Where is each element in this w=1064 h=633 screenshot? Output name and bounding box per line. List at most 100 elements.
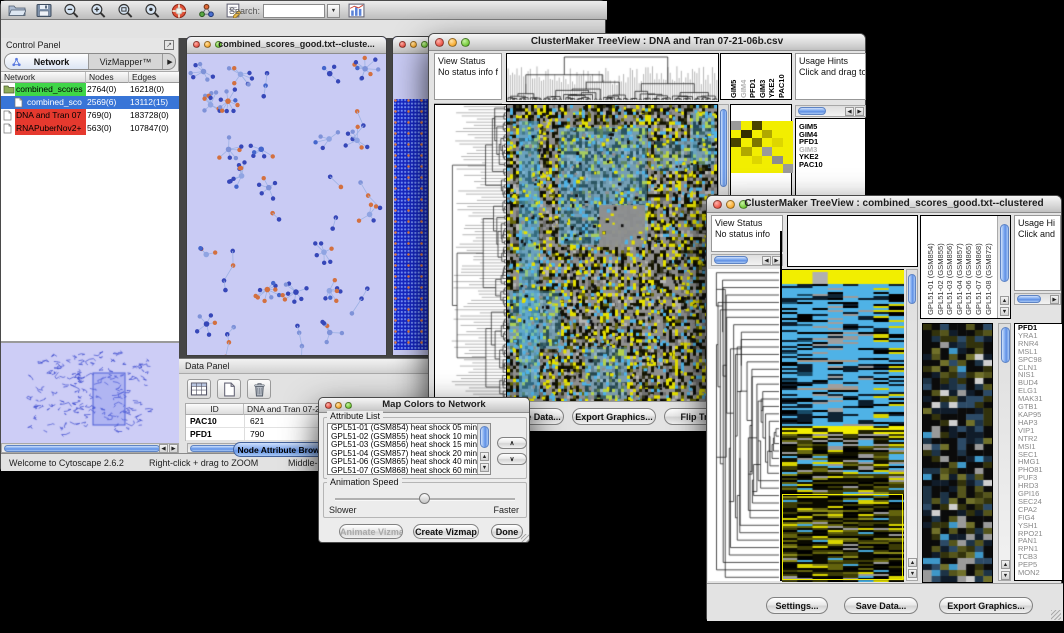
- network-node[interactable]: [227, 66, 231, 70]
- network-node[interactable]: [304, 286, 308, 290]
- network-node[interactable]: [373, 57, 377, 61]
- network-node[interactable]: [350, 130, 354, 134]
- network-node[interactable]: [262, 154, 266, 158]
- correlation-cell[interactable]: [762, 121, 772, 130]
- network-node[interactable]: [205, 77, 209, 81]
- help-ring-icon[interactable]: [168, 2, 190, 19]
- scrollbar-thumb[interactable]: [798, 107, 826, 115]
- network-node[interactable]: [313, 241, 317, 245]
- usage-hints-scrollbar[interactable]: ▶: [1014, 293, 1061, 305]
- correlation-cell[interactable]: [731, 156, 741, 165]
- network-node[interactable]: [213, 250, 217, 254]
- attribute-list-item[interactable]: GPL51-01 (GSM854) heat shock 05 min: [328, 424, 490, 433]
- network-node[interactable]: [238, 71, 244, 77]
- network-node[interactable]: [247, 71, 251, 75]
- correlation-cell[interactable]: [752, 164, 762, 173]
- birds-eye-view[interactable]: [1, 343, 179, 443]
- correlation-cell[interactable]: [762, 156, 772, 165]
- column-label[interactable]: PFD1: [748, 79, 757, 98]
- column-label[interactable]: GPL51-07 (GSM868): [974, 243, 983, 315]
- scrollbar-thumb[interactable]: [714, 256, 748, 264]
- network-node[interactable]: [374, 204, 378, 208]
- close-button[interactable]: [713, 200, 722, 209]
- network-node[interactable]: [198, 62, 202, 66]
- attribute-list[interactable]: ▲ ▼ GPL51-01 (GSM854) heat shock 05 minG…: [327, 423, 491, 475]
- network-node[interactable]: [225, 98, 231, 104]
- network-node[interactable]: [235, 103, 239, 107]
- network-node[interactable]: [284, 282, 288, 286]
- network-node[interactable]: [299, 297, 303, 301]
- network-node[interactable]: [260, 191, 264, 195]
- network-node[interactable]: [324, 340, 328, 344]
- column-label[interactable]: GIM4: [739, 80, 748, 98]
- zoom-button[interactable]: [421, 41, 428, 48]
- network-node[interactable]: [346, 131, 350, 135]
- correlation-cell[interactable]: [762, 130, 772, 139]
- network-node[interactable]: [271, 281, 275, 285]
- column-label[interactable]: GPL51-02 (GSM855): [936, 243, 945, 315]
- labels-vscrollbar[interactable]: ▲ ▼: [997, 216, 1010, 318]
- scroll-down-icon[interactable]: ▼: [1001, 571, 1010, 580]
- dense-network-grid[interactable]: [394, 99, 429, 350]
- scrollbar-thumb[interactable]: [4, 445, 160, 452]
- network-node[interactable]: [269, 295, 273, 299]
- network-node[interactable]: [262, 176, 266, 180]
- scroll-right-icon[interactable]: ▶: [1050, 295, 1059, 304]
- network-node[interactable]: [371, 218, 375, 222]
- column-label[interactable]: YKE2: [767, 78, 776, 98]
- network-node[interactable]: [202, 108, 206, 112]
- save-data-button[interactable]: Save Data...: [844, 597, 918, 614]
- correlation-cell[interactable]: [752, 130, 762, 139]
- scrollbar-thumb[interactable]: [1000, 224, 1009, 282]
- attribute-list-item[interactable]: GPL51-06 (GSM865) heat shock 40 min: [328, 458, 490, 467]
- network-node[interactable]: [365, 145, 369, 149]
- speed-slider-thumb[interactable]: [419, 493, 430, 504]
- network-node[interactable]: [321, 146, 325, 150]
- network-node[interactable]: [313, 140, 317, 144]
- network-node[interactable]: [252, 150, 256, 154]
- scroll-right-icon[interactable]: ▶: [169, 444, 178, 453]
- save-icon[interactable]: [33, 2, 55, 19]
- scroll-down-icon[interactable]: ▼: [480, 463, 489, 472]
- network-node[interactable]: [271, 196, 275, 200]
- network-node[interactable]: [359, 296, 364, 301]
- column-label[interactable]: GPL51-04 (GSM857): [955, 243, 964, 315]
- network-node[interactable]: [319, 241, 323, 245]
- close-button[interactable]: [325, 402, 332, 409]
- network-node[interactable]: [327, 288, 333, 294]
- network-node[interactable]: [350, 311, 355, 316]
- attribute-list-item[interactable]: GPL51-02 (GSM855) heat shock 10 min: [328, 433, 490, 442]
- network-node[interactable]: [376, 67, 380, 71]
- correlation-cell[interactable]: [741, 156, 751, 165]
- network-row[interactable]: combined_sco2569(6)13112(15): [1, 96, 179, 109]
- network-node[interactable]: [328, 295, 332, 299]
- network-view-2-titlebar[interactable]: [393, 37, 428, 54]
- network-node[interactable]: [336, 79, 340, 83]
- network-node[interactable]: [232, 66, 236, 70]
- network-node[interactable]: [195, 329, 199, 333]
- network-node[interactable]: [228, 156, 232, 160]
- vizmapper-icon[interactable]: [195, 2, 217, 19]
- zoom-selected-icon[interactable]: [141, 2, 163, 19]
- network-node[interactable]: [211, 74, 215, 78]
- scroll-right-icon[interactable]: ▶: [855, 107, 864, 116]
- network-node[interactable]: [327, 330, 333, 336]
- network-node[interactable]: [201, 69, 207, 75]
- close-button[interactable]: [193, 41, 200, 48]
- network-node[interactable]: [355, 66, 359, 70]
- search-input[interactable]: [263, 4, 325, 18]
- network-node[interactable]: [280, 293, 284, 297]
- correlation-cell[interactable]: [741, 147, 751, 156]
- network-node[interactable]: [273, 181, 277, 185]
- network-node[interactable]: [354, 60, 358, 64]
- network-node[interactable]: [233, 98, 237, 102]
- float-panel-icon[interactable]: ↗: [164, 40, 174, 50]
- network-node[interactable]: [219, 97, 223, 101]
- correlation-cell[interactable]: [741, 164, 751, 173]
- scroll-up-icon[interactable]: ▲: [480, 452, 489, 461]
- correlation-cell[interactable]: [772, 164, 782, 173]
- scroll-down-icon[interactable]: ▼: [1000, 307, 1009, 316]
- network-node[interactable]: [234, 185, 238, 189]
- network-node[interactable]: [359, 145, 363, 149]
- column-dendrogram[interactable]: [506, 53, 719, 102]
